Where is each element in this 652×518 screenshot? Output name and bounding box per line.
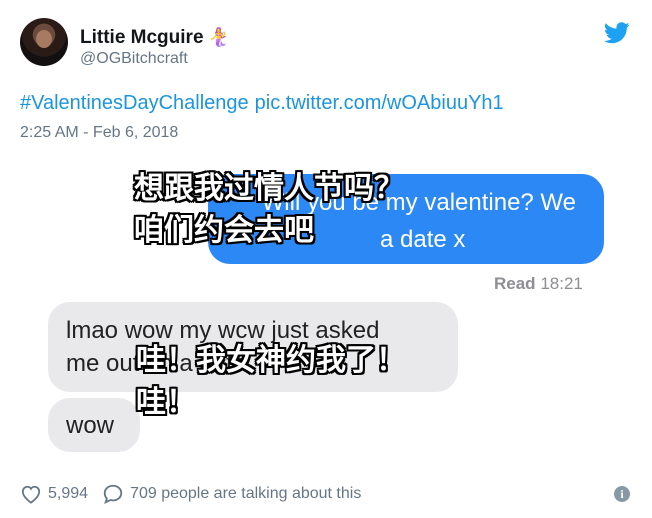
subtitle-4: 哇！: [136, 386, 196, 419]
user-handle[interactable]: @OGBitchcraft: [80, 50, 188, 68]
info-icon[interactable]: i: [614, 486, 630, 502]
received-message-bubble-2: wow: [48, 398, 140, 452]
heart-icon[interactable]: [20, 484, 42, 504]
read-time: 18:21: [540, 274, 583, 293]
hashtag-link[interactable]: #ValentinesDayChallenge: [20, 92, 249, 114]
read-receipt: Read 18:21: [494, 274, 583, 294]
subtitle-3: 哇！我女神约我了！: [136, 344, 406, 377]
sent-message-line-2: a date x: [380, 226, 466, 253]
received-message-1-line-1: lmao wow my wcw just asked: [66, 317, 380, 344]
talking-count[interactable]: 709 people are talking about this: [130, 485, 361, 503]
tweet-text: #ValentinesDayChallenge pic.twitter.com/w…: [20, 92, 504, 115]
subtitle-2: 咱们约会去吧: [134, 214, 314, 247]
pic-link[interactable]: pic.twitter.com/wOAbiuuYh1: [255, 92, 504, 114]
twitter-bird-icon[interactable]: [604, 22, 630, 44]
timestamp[interactable]: 2:25 AM - Feb 6, 2018: [20, 124, 178, 142]
display-name-text[interactable]: Littie Mcguire: [80, 27, 204, 48]
read-label: Read: [494, 274, 536, 293]
comment-icon[interactable]: [102, 483, 124, 505]
received-message-2-text: wow: [66, 412, 115, 439]
mermaid-emoji: 🧜‍♀️: [207, 27, 230, 47]
like-count[interactable]: 5,994: [48, 485, 88, 503]
subtitle-1: 想跟我过情人节吗？: [134, 172, 404, 205]
tweet-footer: 5,994 709 people are talking about this: [20, 482, 361, 506]
avatar[interactable]: [20, 18, 68, 66]
display-name[interactable]: Littie Mcguire 🧜‍♀️: [80, 27, 230, 49]
